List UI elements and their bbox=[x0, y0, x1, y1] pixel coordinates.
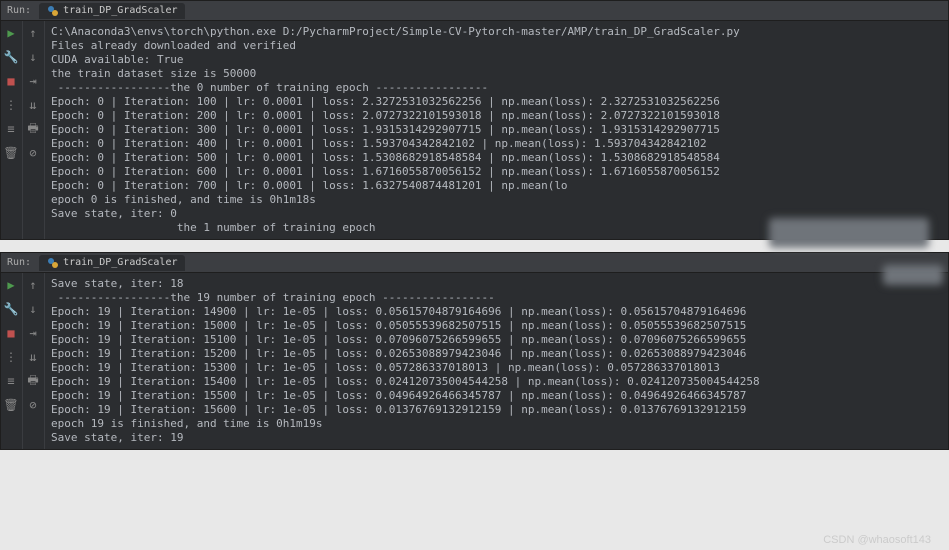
delete-icon[interactable]: 🗑 bbox=[3, 397, 19, 413]
panel-body: ▶ 🔧 ■ ⋮ ≡ 🗑 ↑ ↓ ⇥ ⇊ 🖶 ⊘ C:\Anaconda3\env… bbox=[1, 21, 948, 239]
stop-icon[interactable]: ■ bbox=[3, 73, 19, 89]
clear-icon[interactable]: ⊘ bbox=[25, 397, 41, 413]
console-line: -----------------the 0 number of trainin… bbox=[51, 81, 942, 95]
console-line: Save state, iter: 18 bbox=[51, 277, 942, 291]
console-line: Epoch: 19 | Iteration: 15000 | lr: 1e-05… bbox=[51, 319, 942, 333]
console-line: C:\Anaconda3\envs\torch\python.exe D:/Py… bbox=[51, 25, 942, 39]
console-line: -----------------the 19 number of traini… bbox=[51, 291, 942, 305]
print-icon[interactable]: 🖶 bbox=[25, 373, 41, 389]
python-file-icon bbox=[47, 5, 59, 17]
run-tab[interactable]: train_DP_GradScaler bbox=[39, 255, 185, 271]
console-line: Epoch: 19 | Iteration: 15100 | lr: 1e-05… bbox=[51, 333, 942, 347]
play-icon[interactable]: ▶ bbox=[3, 25, 19, 41]
console-line: CUDA available: True bbox=[51, 53, 942, 67]
watermark-text: CSDN @whaosoft143 bbox=[823, 534, 931, 546]
print-icon[interactable]: 🖶 bbox=[25, 121, 41, 137]
console-output[interactable]: C:\Anaconda3\envs\torch\python.exe D:/Py… bbox=[45, 21, 948, 239]
run-tab[interactable]: train_DP_GradScaler bbox=[39, 3, 185, 19]
console-line: Epoch: 0 | Iteration: 600 | lr: 0.0001 |… bbox=[51, 165, 942, 179]
scroll-icon[interactable]: ⇊ bbox=[25, 97, 41, 113]
tab-label: train_DP_GradScaler bbox=[63, 5, 177, 16]
console-line: Epoch: 0 | Iteration: 400 | lr: 0.0001 |… bbox=[51, 137, 942, 151]
python-file-icon bbox=[47, 257, 59, 269]
console-line: Epoch: 19 | Iteration: 15600 | lr: 1e-05… bbox=[51, 403, 942, 417]
redaction-overlay bbox=[883, 265, 943, 285]
panel-body: ▶ 🔧 ■ ⋮ ≡ 🗑 ↑ ↓ ⇥ ⇊ 🖶 ⊘ Save state, iter… bbox=[1, 273, 948, 449]
console-line: Epoch: 0 | Iteration: 100 | lr: 0.0001 |… bbox=[51, 95, 942, 109]
console-line: Epoch: 19 | Iteration: 15300 | lr: 1e-05… bbox=[51, 361, 942, 375]
wrap-icon[interactable]: ⇥ bbox=[25, 73, 41, 89]
run-panel-bottom: Run: train_DP_GradScaler ▶ 🔧 ■ ⋮ ≡ 🗑 ↑ ↓… bbox=[0, 252, 949, 450]
delete-icon[interactable]: 🗑 bbox=[3, 145, 19, 161]
up-icon[interactable]: ↑ bbox=[25, 277, 41, 293]
console-line: Epoch: 19 | Iteration: 14900 | lr: 1e-05… bbox=[51, 305, 942, 319]
console-toolbar: ↑ ↓ ⇥ ⇊ 🖶 ⊘ bbox=[23, 273, 45, 449]
console-line: Files already downloaded and verified bbox=[51, 39, 942, 53]
run-panel-top: Run: train_DP_GradScaler ▶ 🔧 ■ ⋮ ≡ 🗑 ↑ ↓… bbox=[0, 0, 949, 240]
console-line: epoch 0 is finished, and time is 0h1m18s bbox=[51, 193, 942, 207]
panel-header: Run: train_DP_GradScaler bbox=[1, 253, 948, 273]
console-line: Epoch: 0 | Iteration: 500 | lr: 0.0001 |… bbox=[51, 151, 942, 165]
down-icon[interactable]: ↓ bbox=[25, 49, 41, 65]
console-line: Epoch: 0 | Iteration: 200 | lr: 0.0001 |… bbox=[51, 109, 942, 123]
console-line: Epoch: 19 | Iteration: 15400 | lr: 1e-05… bbox=[51, 375, 942, 389]
console-toolbar: ↑ ↓ ⇥ ⇊ 🖶 ⊘ bbox=[23, 21, 45, 239]
run-label: Run: bbox=[7, 257, 31, 268]
run-toolbar-left: ▶ 🔧 ■ ⋮ ≡ 🗑 bbox=[1, 273, 23, 449]
filter-icon[interactable]: ⋮ bbox=[3, 349, 19, 365]
scroll-icon[interactable]: ⇊ bbox=[25, 349, 41, 365]
clear-icon[interactable]: ⊘ bbox=[25, 145, 41, 161]
wrap-icon[interactable]: ⇥ bbox=[25, 325, 41, 341]
console-line: Save state, iter: 19 bbox=[51, 431, 942, 445]
stop-icon[interactable]: ■ bbox=[3, 325, 19, 341]
run-toolbar-left: ▶ 🔧 ■ ⋮ ≡ 🗑 bbox=[1, 21, 23, 239]
console-line: Epoch: 0 | Iteration: 300 | lr: 0.0001 |… bbox=[51, 123, 942, 137]
wrench-icon[interactable]: 🔧 bbox=[3, 49, 19, 65]
tab-label: train_DP_GradScaler bbox=[63, 257, 177, 268]
filter-icon[interactable]: ⋮ bbox=[3, 97, 19, 113]
panel-header: Run: train_DP_GradScaler bbox=[1, 1, 948, 21]
console-line: Epoch: 19 | Iteration: 15200 | lr: 1e-05… bbox=[51, 347, 942, 361]
play-icon[interactable]: ▶ bbox=[3, 277, 19, 293]
console-line: Epoch: 19 | Iteration: 15500 | lr: 1e-05… bbox=[51, 389, 942, 403]
console-output[interactable]: Save state, iter: 18 -----------------th… bbox=[45, 273, 948, 449]
down-icon[interactable]: ↓ bbox=[25, 301, 41, 317]
wrench-icon[interactable]: 🔧 bbox=[3, 301, 19, 317]
up-icon[interactable]: ↑ bbox=[25, 25, 41, 41]
separator-icon[interactable]: ≡ bbox=[3, 373, 19, 389]
separator-icon[interactable]: ≡ bbox=[3, 121, 19, 137]
console-line: Epoch: 0 | Iteration: 700 | lr: 0.0001 |… bbox=[51, 179, 942, 193]
redaction-overlay bbox=[769, 218, 929, 248]
console-line: the train dataset size is 50000 bbox=[51, 67, 942, 81]
console-line: epoch 19 is finished, and time is 0h1m19… bbox=[51, 417, 942, 431]
run-label: Run: bbox=[7, 5, 31, 16]
